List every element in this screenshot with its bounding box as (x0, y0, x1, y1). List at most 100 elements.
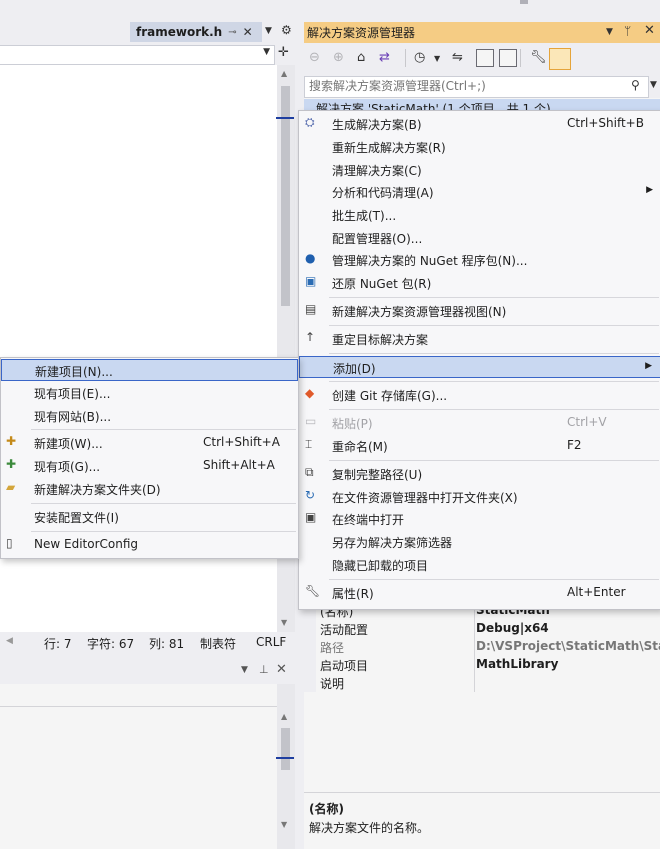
menu-item-label: 属性(R) (332, 587, 374, 601)
close-icon[interactable]: ✕ (644, 23, 655, 38)
status-char: 字符: 67 (87, 637, 135, 651)
bottom-panel (0, 684, 277, 849)
pending-changes-filter-icon[interactable]: ◷ (414, 50, 425, 65)
menu-item-copy-full-path[interactable]: ⧉ 复制完整路径(U) (299, 463, 660, 485)
menu-separator (329, 297, 659, 298)
menu-item-open-in-explorer[interactable]: ↻ 在文件资源管理器中打开文件夹(X) (299, 486, 660, 508)
menu-item-shortcut: Ctrl+Shift+B (567, 116, 644, 130)
scrollbar-marker (276, 757, 294, 759)
pin-icon[interactable]: ⊸ (228, 27, 236, 38)
solution-context-menu: ⛭ 生成解决方案(B) Ctrl+Shift+B 重新生成解决方案(R) 清理解… (298, 110, 660, 610)
menu-item-hide-unloaded[interactable]: 隐藏已卸载的项目 (299, 554, 660, 576)
show-all-files-icon[interactable] (499, 49, 517, 67)
close-icon[interactable]: ✕ (276, 662, 287, 677)
chevron-down-icon[interactable]: ▼ (650, 80, 657, 90)
pin-icon[interactable]: ⊥ (259, 663, 269, 676)
property-value: D:\VSProject\StaticMath\Static (476, 639, 660, 653)
menu-item-label: 生成解决方案(B) (332, 118, 422, 132)
menu-item-analyze[interactable]: 分析和代码清理(A) ▶ (299, 181, 660, 203)
menu-separator (329, 381, 659, 382)
wrench-icon[interactable]: 🔧︎ (530, 50, 547, 65)
editor-tab[interactable]: framework.h ⊸ ✕ (130, 22, 262, 42)
chevron-down-icon[interactable]: ▼ (434, 54, 440, 63)
switch-views-icon[interactable]: ⇄ (379, 50, 390, 65)
scroll-up-icon[interactable]: ▲ (281, 69, 287, 78)
nuget-icon: ● (305, 251, 316, 265)
search-icon[interactable]: ⚲ (631, 78, 640, 92)
tab-dropdown-icon[interactable]: ▼ (265, 26, 272, 36)
toolbar-separator (405, 49, 406, 67)
menu-item-rename[interactable]: ⌶ 重命名(M) F2 (299, 435, 660, 457)
menu-item-label: 重命名(M) (332, 440, 388, 454)
paste-icon: ▭ (305, 414, 317, 428)
search-input[interactable] (309, 79, 609, 93)
menu-item-label: New EditorConfig (34, 537, 139, 551)
menu-separator (31, 531, 296, 532)
menu-item-rebuild-solution[interactable]: 重新生成解决方案(R) (299, 136, 660, 158)
menu-item-configuration-manager[interactable]: 配置管理器(O)... (299, 227, 660, 249)
menu-item-new-item[interactable]: ✚ 新建项(W)... Ctrl+Shift+A (1, 432, 298, 454)
scrollbar-thumb[interactable] (281, 86, 290, 306)
menu-item-new-view[interactable]: ▤ 新建解决方案资源管理器视图(N) (299, 300, 660, 322)
property-value[interactable]: MathLibrary (476, 657, 558, 671)
scroll-up-icon[interactable]: ▲ (281, 712, 287, 721)
restore-packages-icon: ▣ (305, 274, 317, 288)
menu-item-save-as-filter[interactable]: 另存为解决方案筛选器 (299, 531, 660, 553)
collapse-all-icon[interactable] (476, 49, 494, 67)
panel-dropdown-icon[interactable]: ▼ (241, 665, 248, 675)
menu-item-new-solution-folder[interactable]: ▰ 新建解决方案文件夹(D) (1, 478, 298, 500)
menu-item-restore-nuget[interactable]: ▣ 还原 NuGet 包(R) (299, 272, 660, 294)
top-strip (0, 0, 660, 20)
menu-item-add[interactable]: 添加(D) ▶ (299, 356, 660, 378)
menu-item-batch-build[interactable]: 批生成(T)... (299, 204, 660, 226)
scrollbar-thumb[interactable] (281, 728, 290, 770)
menu-separator (329, 409, 659, 410)
scroll-down-icon[interactable]: ▼ (281, 820, 287, 829)
menu-item-shortcut: Ctrl+Shift+A (203, 435, 280, 449)
menu-item-create-git-repo[interactable]: ◆ 创建 Git 存储库(G)... (299, 384, 660, 406)
gear-icon[interactable]: ⚙ (281, 23, 292, 37)
solution-explorer-search[interactable] (304, 76, 649, 98)
window-dropdown-icon[interactable]: ▼ (606, 27, 613, 37)
back-icon[interactable]: ⊖ (309, 50, 320, 65)
menu-item-existing-item[interactable]: ✚ 现有项(G)... Shift+Alt+A (1, 455, 298, 477)
menu-item-build-solution[interactable]: ⛭ 生成解决方案(B) Ctrl+Shift+B (299, 113, 660, 135)
status-indent-mode[interactable]: 制表符 (200, 635, 236, 652)
menu-item-label: 新建解决方案文件夹(D) (34, 483, 161, 497)
description-title: (名称) (309, 802, 344, 816)
scroll-left-icon[interactable]: ◀ (6, 636, 13, 646)
status-line-endings[interactable]: CRLF (256, 635, 286, 649)
menu-item-manage-nuget[interactable]: ● 管理解决方案的 NuGet 程序包(N)... (299, 249, 660, 271)
menu-item-open-in-terminal[interactable]: ▣ 在终端中打开 (299, 508, 660, 530)
home-icon[interactable]: ⌂ (357, 50, 365, 65)
retarget-icon: ↑ (305, 330, 316, 344)
menu-item-properties[interactable]: 🔧︎ 属性(R) Alt+Enter (299, 582, 660, 604)
menu-item-clean-solution[interactable]: 清理解决方案(C) (299, 159, 660, 181)
menu-item-existing-website[interactable]: 现有网站(B)... (1, 405, 298, 427)
add-submenu: 新建项目(N)... 现有项目(E)... 现有网站(B)... ✚ 新建项(W… (0, 357, 299, 559)
close-icon[interactable]: ✕ (243, 25, 253, 39)
scroll-down-icon[interactable]: ▼ (281, 618, 287, 627)
menu-item-existing-project[interactable]: 现有项目(E)... (1, 382, 298, 404)
property-value[interactable]: Debug|x64 (476, 621, 549, 635)
menu-item-install-config[interactable]: 安装配置文件(I) (1, 506, 298, 528)
menu-item-label: 新建解决方案资源管理器视图(N) (332, 305, 507, 319)
pin-icon[interactable]: ᛘ (624, 24, 631, 38)
properties-column-divider[interactable] (474, 600, 475, 692)
menu-item-new-project[interactable]: 新建项目(N)... (1, 359, 298, 381)
menu-item-paste[interactable]: ▭ 粘贴(P) Ctrl+V (299, 412, 660, 434)
menu-item-shortcut: Shift+Alt+A (203, 458, 275, 472)
preview-selected-items-icon[interactable] (549, 48, 571, 70)
sync-icon[interactable]: ⇋ (452, 50, 463, 65)
menu-item-label: 另存为解决方案筛选器 (332, 536, 453, 550)
menu-item-new-editorconfig[interactable]: ▯ New EditorConfig (1, 534, 298, 556)
menu-item-retarget[interactable]: ↑ 重定目标解决方案 (299, 328, 660, 350)
forward-icon[interactable]: ⊕ (333, 50, 344, 65)
split-editor-icon[interactable]: ✛ (278, 45, 289, 60)
navigation-dropdown[interactable]: ▼ (0, 45, 275, 65)
solution-explorer-title: 解决方案资源管理器 (307, 26, 416, 40)
new-view-icon: ▤ (305, 302, 317, 316)
menu-separator (31, 429, 296, 430)
menu-item-shortcut: Ctrl+V (567, 415, 607, 429)
menu-item-label: 新建项目(N)... (35, 365, 113, 379)
